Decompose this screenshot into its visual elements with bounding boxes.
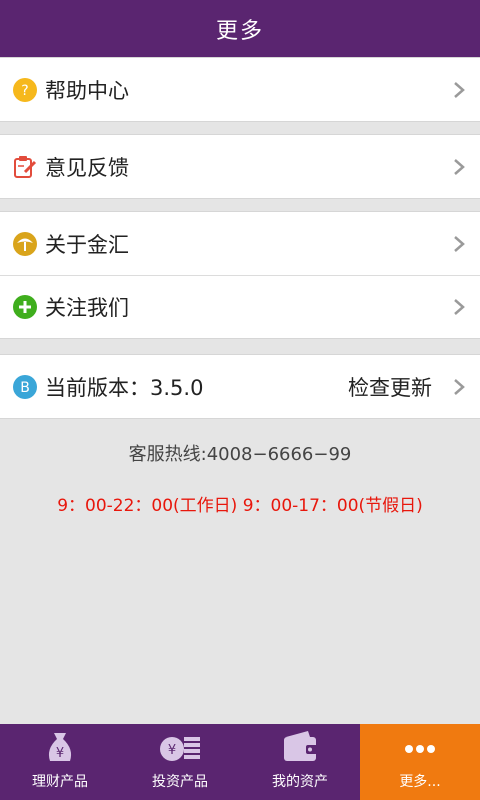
tab-label: 投资产品 [152, 774, 208, 790]
chevron-right-icon [454, 235, 465, 252]
money-bag-icon: ¥ [36, 727, 84, 767]
page-title: 更多 [215, 18, 264, 44]
version-label: 当前版本：3.5.0 [45, 375, 204, 400]
wallet-icon [276, 727, 324, 767]
follow-us-item[interactable]: 关注我们 [0, 275, 480, 338]
chevron-right-icon [454, 378, 465, 395]
version-item[interactable]: B 当前版本：3.5.0 检查更新 [0, 355, 480, 418]
tab-investment-products[interactable]: ¥ 投资产品 [120, 724, 240, 800]
svg-text:¥: ¥ [168, 743, 176, 758]
follow-us-label: 关注我们 [45, 296, 129, 320]
about-item[interactable]: 关于金汇 [0, 212, 480, 275]
contact-info: 客服热线:4008−6666−99 9：00-22：00(工作日) 9：00-1… [0, 440, 480, 516]
ginkgo-logo-icon [12, 231, 38, 257]
about-label: 关于金汇 [45, 232, 129, 257]
menu-group-about: 关于金汇 关注我们 [0, 211, 480, 339]
plus-circle-icon [12, 294, 38, 320]
chevron-right-icon [454, 299, 465, 315]
feedback-label: 意见反馈 [45, 155, 129, 180]
top-bar: 更多 [0, 0, 480, 57]
chevron-right-icon [454, 81, 465, 98]
svg-text:?: ? [21, 83, 28, 99]
tab-label: 更多... [399, 774, 441, 790]
help-center-item[interactable]: ? 帮助中心 [0, 58, 480, 121]
tab-my-assets[interactable]: 我的资产 [240, 724, 360, 800]
svg-text:B: B [20, 380, 30, 396]
tab-wealth-products[interactable]: ¥ 理财产品 [0, 724, 120, 800]
menu-group-help: ? 帮助中心 [0, 57, 480, 122]
service-hours-text: 9：00-22：00(工作日) 9：00-17：00(节假日) [57, 496, 423, 516]
svg-text:¥: ¥ [56, 746, 64, 761]
menu-group-feedback: 意见反馈 [0, 134, 480, 199]
bottom-tab-bar: ¥ 理财产品 ¥ 投资产品 我的资产 更多... [0, 724, 480, 800]
question-icon: ? [12, 77, 38, 103]
menu-group-version: B 当前版本：3.5.0 检查更新 [0, 354, 480, 419]
chevron-right-icon [454, 158, 465, 175]
check-update-button[interactable]: 检查更新 [348, 372, 432, 402]
tab-label: 我的资产 [272, 774, 328, 790]
hotline-text: 客服热线:4008−6666−99 [128, 444, 352, 465]
feedback-item[interactable]: 意见反馈 [0, 135, 480, 198]
more-dots-icon [396, 727, 444, 767]
coins-icon: ¥ [156, 727, 204, 767]
help-center-label: 帮助中心 [45, 78, 129, 103]
version-b-icon: B [12, 374, 38, 400]
tab-label: 理财产品 [32, 774, 88, 790]
tab-more[interactable]: 更多... [360, 724, 480, 800]
feedback-edit-icon [12, 154, 38, 180]
